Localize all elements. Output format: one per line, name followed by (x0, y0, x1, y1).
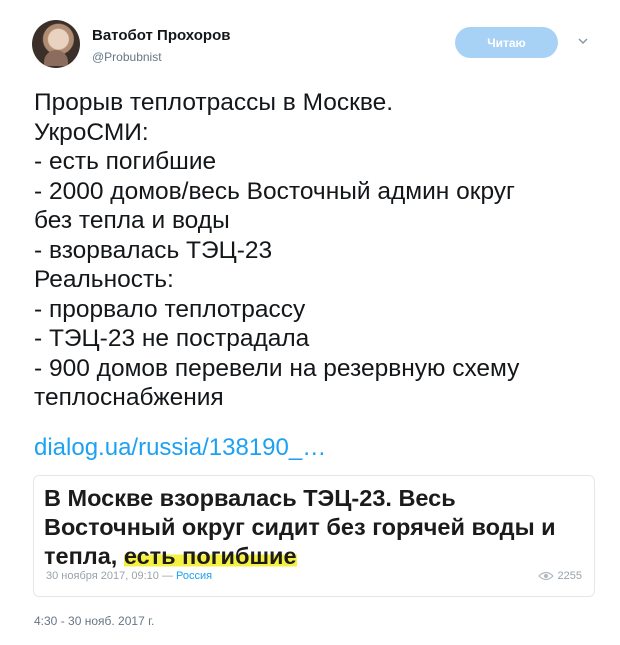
follow-button[interactable]: Читаю (455, 27, 558, 58)
card-title: В Москве взорвалась ТЭЦ-23. Весь Восточн… (44, 484, 592, 571)
tweet-text: Прорыв теплотрассы в Москве. УкроСМИ: - … (34, 89, 520, 411)
eye-icon (537, 571, 554, 581)
card-meta: 30 ноября 2017, 09:10 — Россия (46, 570, 212, 582)
card-date: 30 ноября 2017, 09:10 (46, 570, 159, 582)
card-views-count: 2255 (557, 570, 582, 582)
tweet-timestamp[interactable]: 4:30 - 30 нояб. 2017 г. (34, 614, 154, 628)
author-handle[interactable]: @Probubnist (92, 50, 162, 64)
author-name[interactable]: Ватобот Прохоров (92, 27, 230, 44)
card-category[interactable]: Россия (176, 570, 212, 582)
card-views: 2255 (537, 570, 582, 582)
card-title-text: В Москве взорвалась ТЭЦ-23. Весь Восточн… (44, 485, 556, 569)
link-preview-card[interactable]: В Москве взорвалась ТЭЦ-23. Весь Восточн… (33, 475, 595, 597)
card-title-highlight: есть погибшие (123, 543, 297, 569)
chevron-down-icon[interactable] (576, 34, 590, 48)
tweet-link[interactable]: dialog.ua/russia/138190_… (34, 434, 326, 462)
card-separator: — (158, 570, 176, 582)
avatar[interactable] (32, 20, 80, 68)
